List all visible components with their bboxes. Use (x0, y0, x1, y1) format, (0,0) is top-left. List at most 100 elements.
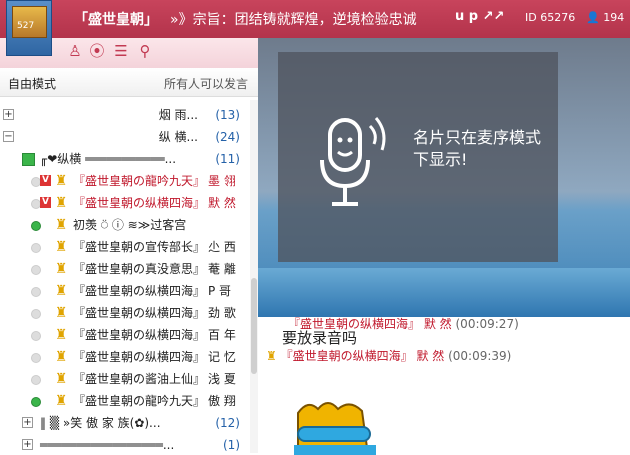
video-area: 名片只在麦序模式下显示! (258, 38, 630, 317)
status-dot (31, 375, 41, 385)
status-dot (31, 265, 41, 275)
vip-badge: V (40, 175, 51, 186)
rank-icon: ♜ (54, 283, 68, 299)
channel-count: (24) (215, 130, 240, 144)
room-marquee: »》宗旨：团结铸就辉煌，逆境检验忠诚 (170, 12, 417, 28)
emoticon-image (294, 402, 376, 455)
user-nick: 尐 西 (208, 240, 236, 254)
user-nick: 劲 歌 (208, 306, 236, 320)
rank-icon: ♜ (54, 393, 68, 409)
user-row[interactable]: ♜ 『盛世皇朝の纵横四海』劲 歌 (0, 302, 250, 324)
online-count-value: 194 (603, 11, 625, 24)
rank-icon: ♜ (54, 371, 68, 387)
user-name: 『盛世皇朝の宣传部长』 (73, 240, 206, 254)
rank-icon: ♜ (54, 305, 68, 321)
user-nick: 百 年 (208, 328, 236, 342)
user-nick: 默 然 (208, 196, 236, 210)
user-name: 『盛世皇朝の纵横四海』 (73, 306, 206, 320)
user-name: 『盛世皇朝の纵横四海』 (73, 196, 206, 210)
rank-icon: ♜ (266, 349, 277, 363)
card-message: 名片只在麦序模式下显示! (413, 128, 542, 169)
rank-icon: ♜ (54, 349, 68, 365)
user-list-scrollbar[interactable] (250, 100, 258, 453)
mode-label[interactable]: 自由模式 (8, 75, 56, 92)
sub-channel-row[interactable]: ╓❤纵横 ═══════════... (11) (0, 148, 250, 170)
user-name: 『盛世皇朝の龍吟九天』 (73, 394, 206, 408)
user-row[interactable]: ♜ 『盛世皇朝の龍吟九天』傲 翔 (0, 390, 250, 412)
logo-text: 527 (17, 21, 35, 31)
lock-icon (22, 153, 35, 166)
channel-count: (12) (215, 416, 240, 430)
notes-icon[interactable]: ☰ (112, 42, 130, 60)
user-row[interactable]: ♜ 『盛世皇朝の纵横四海』百 年 (0, 324, 250, 346)
user-row[interactable]: ♜ 『盛世皇朝の纵横四海』记 忆 (0, 346, 250, 368)
user-icon: 👤 (586, 11, 600, 24)
hierarchy-icon[interactable]: ♙ (66, 42, 84, 60)
channel-row[interactable]: + ═════════════════... (1) (0, 434, 250, 453)
search-icon[interactable]: ⚲ (136, 42, 154, 60)
user-name: 『盛世皇朝の龍吟九天』 (73, 174, 206, 188)
user-nick: 浅 夏 (208, 372, 236, 386)
user-row[interactable]: ♜ 『盛世皇朝の真没意思』菴 離 (0, 258, 250, 280)
user-name: 『盛世皇朝の纵横四海』 (73, 328, 206, 342)
online-count: 👤 194 (586, 11, 624, 24)
rank-icon: ♜ (54, 173, 68, 189)
chat-area: 『盛世皇朝の纵横四海』 默 然 (00:09:27) 要放录音吗 ♜ 『盛世皇朝… (258, 317, 630, 455)
user-name: 初羡 ⍥ ⓘ ≋≫过客宫 (73, 218, 187, 232)
rank-icon: ♜ (54, 261, 68, 277)
chat-line-header: ♜ 『盛世皇朝の纵横四海』 默 然 (00:09:39) (266, 347, 511, 364)
status-dot (31, 353, 41, 363)
chat-time: (00:09:27) (455, 317, 519, 331)
vip-badge: V (40, 197, 51, 208)
collapse-icon[interactable]: − (3, 131, 14, 142)
rank-icon: ♜ (54, 239, 68, 255)
room-id: ID 65276 (525, 11, 576, 24)
channel-row[interactable]: − 纵 横... (24) (0, 126, 250, 148)
room-title: 「盛世皇朝」 (74, 12, 158, 28)
channel-row[interactable]: + 烟 雨... (13) (0, 104, 250, 126)
channel-count: (1) (223, 438, 240, 452)
chat-message: 要放录音吗 (282, 329, 358, 347)
user-name: 『盛世皇朝の纵横四海』 (73, 284, 206, 298)
expand-icon[interactable]: + (22, 439, 33, 450)
user-row[interactable]: ♜ 初羡 ⍥ ⓘ ≋≫过客宫 (0, 214, 250, 236)
status-dot (31, 221, 41, 231)
location-icon[interactable]: ⦿ (88, 42, 106, 60)
status-dot (31, 397, 41, 407)
status-dot (31, 287, 41, 297)
user-nick: 傲 翔 (208, 394, 236, 408)
user-row[interactable]: ♜ 『盛世皇朝の酱油上仙』浅 夏 (0, 368, 250, 390)
user-nick: 墨 翎 (208, 174, 236, 188)
status-dot (31, 331, 41, 341)
sub-channel-name: ╓❤纵横 ═══════════... (40, 152, 177, 166)
chat-nick: 默 然 (416, 349, 445, 363)
user-row[interactable]: ♜ 『盛世皇朝の纵横四海』 P 哥 (0, 280, 250, 302)
user-name: 『盛世皇朝の纵横四海』 (73, 350, 206, 364)
expand-icon[interactable]: + (22, 417, 33, 428)
chat-time: (00:09:39) (448, 349, 512, 363)
scroll-thumb[interactable] (251, 278, 257, 374)
channel-count: (11) (215, 152, 240, 166)
room-header: 527 「盛世皇朝」 »》宗旨：团结铸就辉煌，逆境检验忠诚 u p ↗↗ ID … (0, 0, 630, 56)
chat-nick: 默 然 (423, 317, 452, 331)
channel-name: 烟 雨... (158, 108, 198, 122)
rank-icon: ♜ (54, 217, 68, 233)
profile-card-placeholder: 名片只在麦序模式下显示! (278, 52, 558, 262)
channel-row[interactable]: + ‖ ▒ »笑 傲 家 族(✿)... (12) (0, 412, 250, 434)
mode-description: 所有人可以发言 (163, 77, 248, 91)
user-nick: 菴 離 (208, 262, 236, 276)
user-name: 『盛世皇朝の酱油上仙』 (73, 372, 206, 386)
channel-name: ═════════════════... (40, 438, 175, 452)
user-name: 『盛世皇朝の真没意思』 (73, 262, 206, 276)
user-nick: 记 忆 (208, 350, 236, 364)
user-row[interactable]: V ♜ 『盛世皇朝の纵横四海』默 然 (0, 192, 250, 214)
rank-icon: ♜ (54, 327, 68, 343)
background-sea (258, 268, 630, 317)
room-logo[interactable]: 527 (6, 0, 52, 56)
expand-icon[interactable]: + (3, 109, 14, 120)
status-dot (31, 243, 41, 253)
chat-user[interactable]: 『盛世皇朝の纵横四海』 (281, 349, 413, 363)
rank-icon: ♜ (54, 195, 68, 211)
user-row[interactable]: ♜ 『盛世皇朝の宣传部长』尐 西 (0, 236, 250, 258)
user-row[interactable]: V ♜ 『盛世皇朝の龍吟九天』墨 翎 (0, 170, 250, 192)
